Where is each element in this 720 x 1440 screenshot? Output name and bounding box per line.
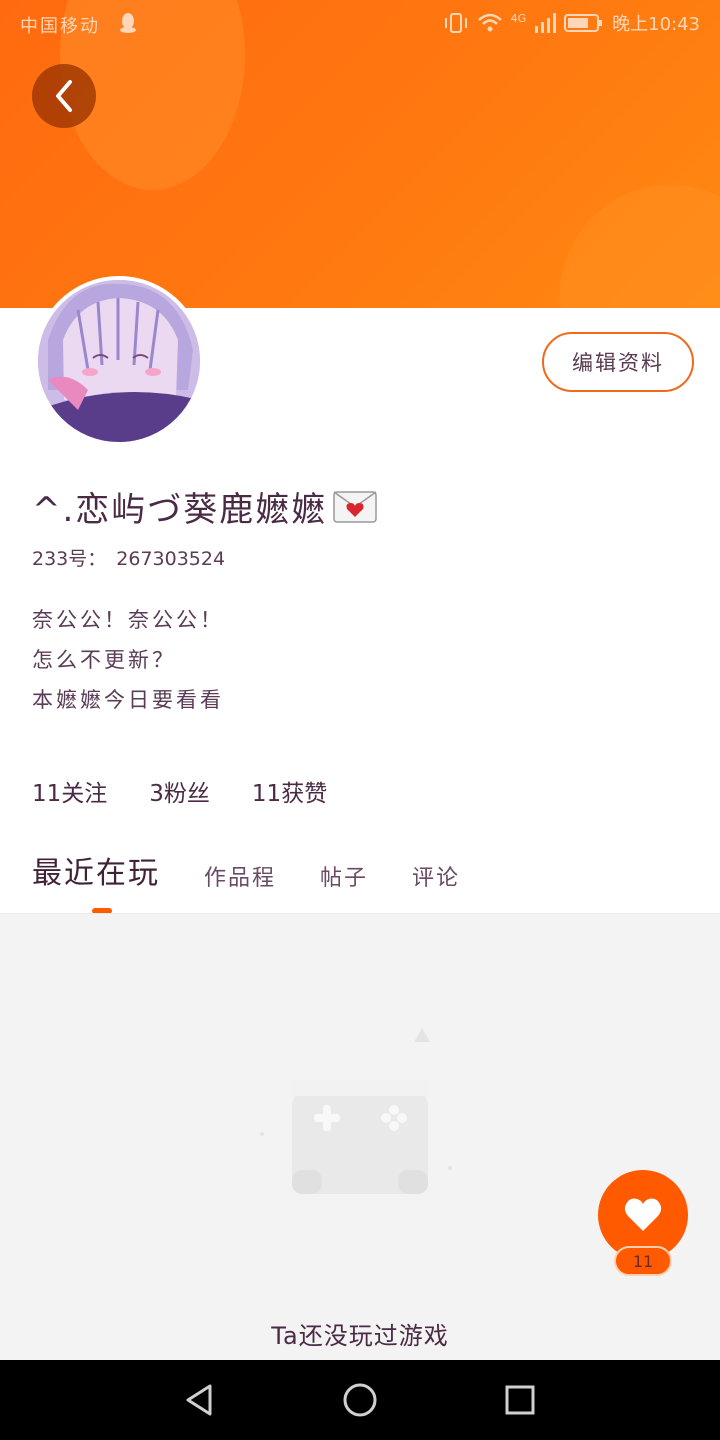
bio-line: 奈公公！奈公公！ [32,608,224,632]
profile-tabs: 最近在玩 作品程 帖子 评论 [32,848,504,892]
status-right-group: 4G 晚上10:43 [443,10,700,36]
nickname-text: ^.恋屿づ葵鹿嬷嬷 [32,490,328,530]
header-decoration [560,185,720,308]
profile-nickname: ^.恋屿づ葵鹿嬷嬷 [32,482,378,531]
heart-icon [624,1198,662,1231]
system-nav-bar [0,1360,720,1440]
profile-stats: 11关注 3粉丝 11获赞 [32,774,327,808]
profile-bio: 奈公公！奈公公！ 怎么不更新？ 本嬷嬷今日要看看 [32,600,224,720]
back-button[interactable] [32,64,96,128]
likes-count[interactable]: 11获赞 [252,774,327,808]
tab-works[interactable]: 作品程 [204,860,276,892]
fans-count[interactable]: 3粉丝 [149,774,210,808]
avatar[interactable] [34,276,204,446]
recents-square-icon[interactable] [500,1380,540,1420]
status-bar: 中国移动 4G 晚上10:43 [0,0,720,50]
user-id: 233号： 267303524 [32,544,225,571]
profile-header-banner: 中国移动 4G 晚上10:43 [0,0,720,308]
tab-comments[interactable]: 评论 [412,860,460,892]
empty-state-text: Ta还没玩过游戏 [271,1322,449,1350]
back-triangle-icon[interactable] [180,1380,220,1420]
bio-line: 本嬷嬷今日要看看 [32,688,224,712]
vibrate-icon [444,13,467,33]
uid-value: 267303524 [116,548,226,570]
tab-posts[interactable]: 帖子 [320,860,368,892]
qq-icon [120,13,136,33]
home-circle-icon[interactable] [340,1380,380,1420]
tab-recently-played[interactable]: 最近在玩 [32,848,160,892]
follow-count[interactable]: 11关注 [32,774,107,808]
wifi-icon [477,13,502,32]
like-count-badge: 11 [614,1246,672,1276]
carrier-name: 中国移动 [20,16,100,37]
network-type: 4G [510,11,527,25]
signal-icon [535,13,557,33]
envelope-heart-icon [333,490,378,523]
avatar-image [38,280,200,442]
chevron-left-icon [56,80,72,112]
battery-icon [564,14,603,32]
edit-profile-button[interactable]: 编辑资料 [542,332,694,392]
gamepad-icon [260,1028,452,1194]
clock: 晚上10:43 [612,14,700,35]
bio-line: 怎么不更新？ [32,648,176,672]
uid-label: 233号： [32,548,107,570]
